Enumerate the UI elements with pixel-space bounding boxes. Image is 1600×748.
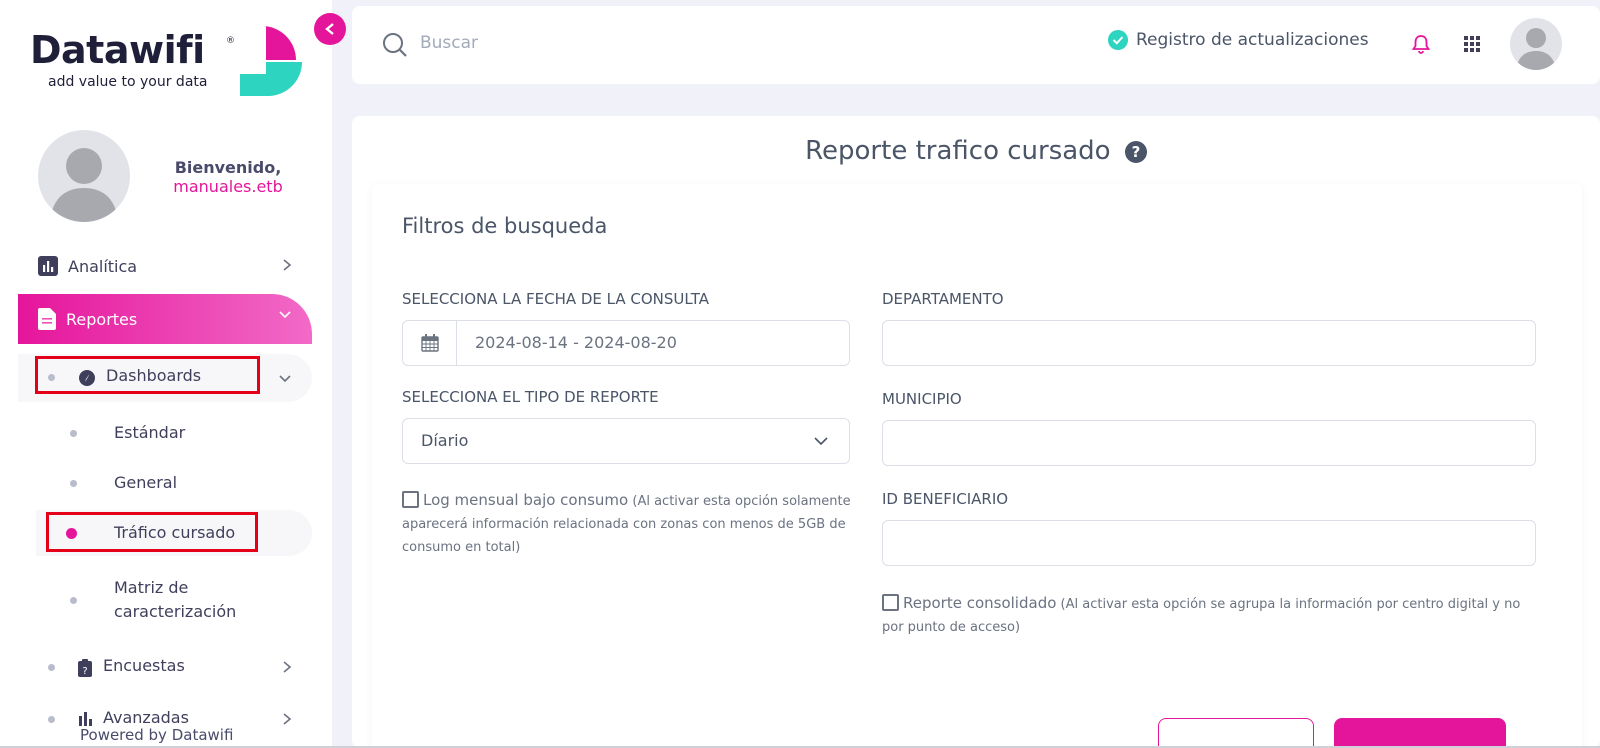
svg-text:?: ? [82,666,87,677]
bullet-dot [70,479,77,487]
bell-icon[interactable] [1412,34,1430,54]
datawifi-logo[interactable]: Datawifi ® add value to your data [28,24,308,104]
log-monthly-label: Log mensual bajo consumo [423,491,629,509]
username: manuales.etb [173,177,283,196]
logo-mark-icon [238,26,302,96]
date-range-value: 2024-08-14 - 2024-08-20 [475,333,677,352]
chevron-down-icon [279,375,291,383]
consolidated-report-checkbox[interactable] [882,594,899,611]
clipboard-question-icon: ? [78,659,92,677]
bullet-dot [70,596,77,604]
collapse-sidebar-button[interactable] [314,13,346,45]
consolidated-report-label: Reporte consolidado [903,594,1057,612]
highlight-box-trafico [46,512,258,552]
secondary-action-button[interactable] [1158,718,1314,748]
calendar-icon [420,334,439,352]
updates-log-label: Registro de actualizaciones [1136,30,1369,50]
municipio-field[interactable] [882,420,1536,466]
sidebar-item-label: General [114,473,178,492]
beneficiario-label: ID BENEFICIARIO [882,490,1009,508]
consolidated-report-option: Reporte consolidado (Al activar esta opc… [882,592,1536,639]
calendar-button[interactable] [403,321,457,365]
report-type-label: SELECCIONA EL TIPO DE REPORTE [402,388,659,406]
municipio-input[interactable] [883,421,1535,465]
avatar[interactable] [38,130,130,222]
search-input[interactable] [420,28,820,58]
chevron-right-icon [283,713,292,725]
sidebar-item-estandar[interactable]: Estándar [18,410,312,456]
powered-by-text: Powered by Datawifi [80,726,234,744]
user-avatar[interactable] [1510,18,1562,70]
chevron-left-icon [325,23,334,35]
primary-action-button[interactable] [1334,718,1506,748]
sidebar: Datawifi ® add value to your data Bienve… [0,0,332,748]
sidebar-item-label: Avanzadas [103,708,189,727]
logo-tagline: add value to your data [48,74,208,90]
highlight-box-dashboards [35,356,260,394]
date-range-picker[interactable]: 2024-08-14 - 2024-08-20 [402,320,850,366]
chevron-down-icon [279,311,291,319]
welcome-label: Bienvenido, [174,158,282,177]
date-label: SELECCIONA LA FECHA DE LA CONSULTA [402,290,709,308]
main-content: Reporte trafico cursado ? Filtros de bus… [352,116,1600,748]
updates-log-link[interactable]: Registro de actualizaciones [1108,30,1369,50]
apps-grid-icon[interactable] [1464,36,1480,52]
welcome-text: Bienvenido, manuales.etb [158,158,298,196]
beneficiario-field[interactable] [882,520,1536,566]
log-monthly-checkbox[interactable] [402,491,419,508]
departamento-input[interactable] [883,321,1535,365]
sidebar-item-analitica[interactable]: Analítica [18,242,312,290]
bullet-dot [70,429,77,437]
page-title-text: Reporte trafico cursado [805,136,1111,166]
user-block: Bienvenido, manuales.etb [38,130,298,222]
bar-chart-icon [79,712,92,726]
chevron-right-icon [283,661,292,673]
logo-wordmark: Datawifi [30,28,205,72]
report-type-value: Díario [421,431,469,450]
departamento-label: DEPARTAMENTO [882,290,1004,308]
sidebar-item-reportes[interactable]: Reportes [18,294,312,344]
bullet-dot [48,664,55,671]
report-type-select[interactable]: Díario [402,418,850,464]
sidebar-item-label: Estándar [114,423,186,442]
logo-registered-mark: ® [226,36,235,46]
bullet-dot [48,716,55,723]
check-circle-icon [1108,30,1128,50]
question-circle-icon[interactable]: ? [1124,140,1147,163]
bar-chart-icon [38,256,58,276]
search-filters-panel: Filtros de busqueda SELECCIONA LA FECHA … [372,184,1582,748]
sidebar-item-label: Matriz de caracterización [114,578,237,621]
sidebar-item-general[interactable]: General [18,460,312,506]
sidebar-item-encuestas[interactable]: ? Encuestas [18,644,312,692]
top-bar: Registro de actualizaciones [352,6,1600,84]
departamento-field[interactable] [882,320,1536,366]
chevron-down-icon [814,437,828,446]
municipio-label: MUNICIPIO [882,390,962,408]
user-silhouette-icon [1516,28,1556,70]
user-silhouette-icon [50,148,118,222]
sidebar-item-label: Analítica [68,256,138,276]
document-icon [38,308,56,330]
sidebar-item-label: Reportes [66,309,138,329]
svg-text:?: ? [1132,143,1141,161]
beneficiario-input[interactable] [883,521,1535,565]
chevron-right-icon [283,259,292,271]
search-icon[interactable] [382,32,408,58]
log-monthly-option: Log mensual bajo consumo (Al activar est… [402,489,852,559]
sidebar-item-matriz[interactable]: Matriz de caracterización [18,572,312,628]
filters-title: Filtros de busqueda [402,214,608,238]
sidebar-item-label: Encuestas [103,656,185,675]
page-title: Reporte trafico cursado ? [352,136,1600,166]
